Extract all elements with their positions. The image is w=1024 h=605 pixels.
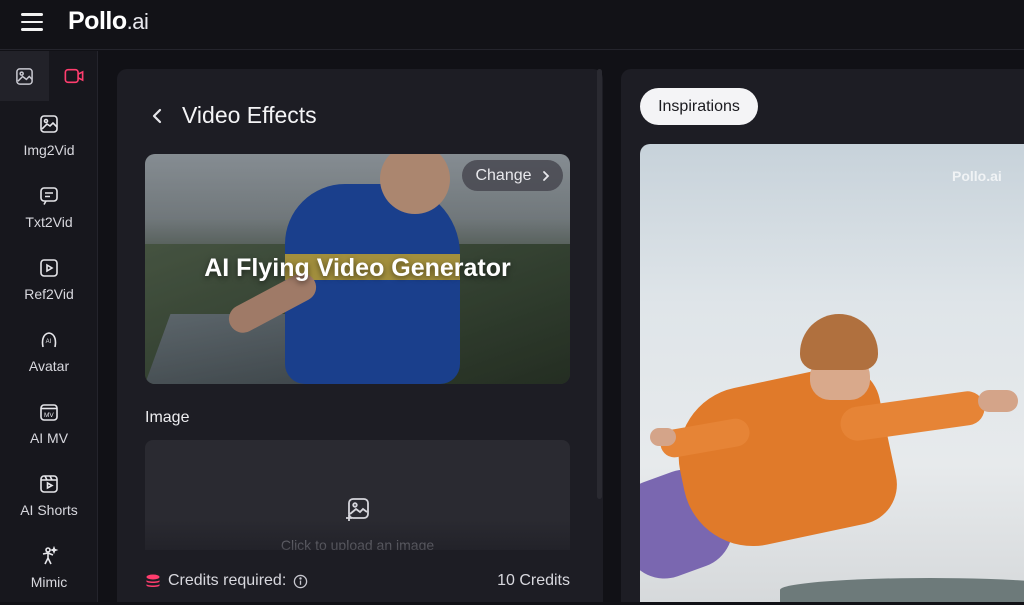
sidebar-item-img2vid[interactable]: Img2Vid [0,113,98,173]
menu-icon[interactable] [21,13,43,31]
watermark: Pollo.ai [952,168,1002,184]
text-to-video-icon [38,185,60,207]
credits-value: 10 Credits [497,572,570,589]
svg-text:MV: MV [44,412,54,419]
panel-scrollbar[interactable] [597,69,602,499]
svg-text:AI: AI [46,339,52,345]
sidebar-item-label: Txt2Vid [25,214,73,230]
sidebar-item-txt2vid[interactable]: Txt2Vid [0,185,98,245]
add-image-icon [346,498,369,521]
chevron-right-icon [542,170,549,181]
logo-tld: .ai [126,9,149,34]
credits-coin-icon [146,574,160,587]
sidebar-item-ai-shorts[interactable]: AI Shorts [0,473,98,533]
image-icon [16,67,33,85]
sidebar-item-ref2vid[interactable]: Ref2Vid [0,257,98,317]
sidebar-item-label: Ref2Vid [24,286,74,302]
top-bar: Pollo.ai [0,0,1024,50]
mode-tab-video[interactable] [49,51,98,101]
tab-inspirations[interactable]: Inspirations [640,88,758,125]
image-to-video-icon [38,113,60,135]
music-video-icon: MV [38,401,60,423]
info-icon[interactable] [293,574,308,589]
avatar-ai-icon: AI [38,329,60,351]
image-section-label: Image [145,409,190,426]
shorts-icon [38,473,60,495]
sidebar-item-ai-mv[interactable]: MV AI MV [0,401,98,461]
credits-row: Credits required: 10 Credits [145,570,570,592]
logo-main: Pollo [68,7,127,35]
sidebar: Img2Vid Txt2Vid Ref2Vid AI Avatar MV AI … [0,51,98,602]
effect-title: AI Flying Video Generator [204,254,511,282]
logo[interactable]: Pollo.ai [68,7,149,36]
sidebar-item-label: Img2Vid [23,142,75,158]
change-effect-button[interactable]: Change [462,160,563,191]
sidebar-item-label: AI MV [29,430,69,446]
reference-to-video-icon [38,257,60,279]
sidebar-item-label: AI Shorts [20,502,78,518]
sidebar-item-avatar[interactable]: AI Avatar [0,329,98,389]
back-button[interactable] [146,104,168,128]
video-icon [64,68,83,84]
inspiration-video-preview[interactable]: Pollo.ai [640,144,1024,602]
chevron-left-icon [152,108,162,124]
mode-tab-image[interactable] [0,51,49,101]
sidebar-item-label: Mimic [30,574,68,590]
sidebar-item-label: Avatar [28,358,70,374]
mimic-icon [38,545,60,567]
change-label: Change [475,166,532,184]
sidebar-item-mimic[interactable]: Mimic [0,545,98,605]
upload-hint: Click to upload an image [280,537,435,550]
credits-label: Credits required: [168,572,287,589]
page-title: Video Effects [182,102,317,128]
image-upload-area[interactable]: Click to upload an image [145,440,570,550]
